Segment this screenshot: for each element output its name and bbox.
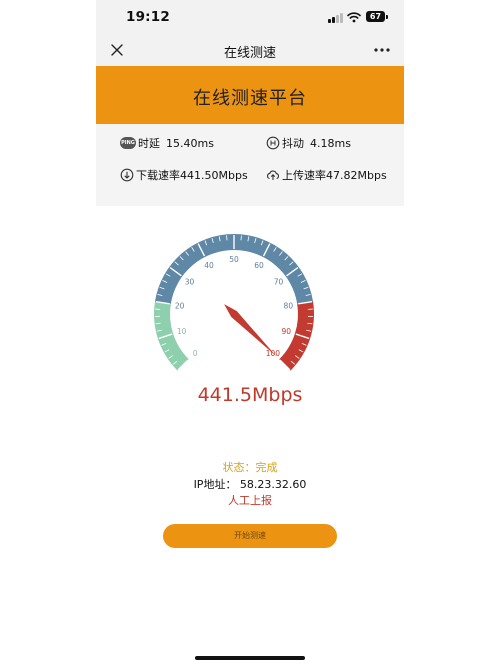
banner: 在线测速平台: [96, 66, 404, 124]
upload-label: 上传速率: [282, 169, 326, 182]
metrics-panel: PING 时延 15.40ms 抖动 4.18ms 下载速率 441.50Mbp…: [96, 124, 404, 206]
home-indicator: [195, 656, 305, 660]
start-test-button[interactable]: 开始测速: [163, 524, 337, 548]
cellular-signal-icon: [328, 12, 344, 23]
jitter-icon: [266, 136, 280, 150]
gauge-needle: [224, 304, 277, 357]
manual-report-link[interactable]: 人工上报: [96, 492, 404, 508]
status-time: 19:12: [126, 9, 170, 25]
ip-address: IP地址： 58.23.32.60: [193, 478, 307, 491]
upload-value: 47.82Mbps: [326, 168, 387, 182]
download-value: 441.50Mbps: [180, 168, 248, 182]
gauge-tick-label: 40: [204, 261, 214, 270]
download-icon: [120, 168, 134, 182]
jitter-label: 抖动: [282, 137, 304, 150]
gauge-tick-label: 30: [185, 278, 195, 287]
phone-screen: 19:12 67 在线测速 在线测速平台 PING 时延 15.40ms 抖动 …: [96, 0, 404, 667]
latency-metric: PING 时延 15.40ms: [120, 134, 214, 152]
speed-readout: 441.5Mbps: [197, 384, 303, 406]
download-label: 下载速率: [136, 169, 180, 182]
ping-icon: PING: [120, 137, 136, 149]
gauge-band-high: [279, 301, 314, 371]
gauge-tick-label: 90: [282, 327, 292, 336]
upload-cloud-icon: [266, 170, 280, 180]
more-options-icon[interactable]: [372, 41, 392, 59]
gauge-tick-label: 0: [193, 349, 198, 358]
latency-value: 15.40ms: [166, 136, 214, 150]
gauge-tick-label: 80: [284, 301, 294, 310]
jitter-metric: 抖动 4.18ms: [266, 134, 351, 152]
speed-gauge: 0102030405060708090100: [154, 233, 314, 371]
gauge-tick-label: 60: [254, 261, 264, 270]
wifi-icon: [347, 12, 361, 23]
banner-title: 在线测速平台: [193, 88, 307, 109]
gauge-tick-label: 10: [177, 327, 187, 336]
test-status: 状态：完成: [222, 461, 278, 474]
download-metric: 下载速率 441.50Mbps: [120, 166, 248, 184]
nav-bar: 在线测速: [96, 34, 404, 66]
upload-metric: 上传速率 47.82Mbps: [266, 166, 387, 184]
gauge-tick-label: 50: [229, 255, 239, 264]
gauge-tick-label: 70: [274, 278, 284, 287]
latency-label: 时延: [138, 137, 160, 150]
battery-icon: 67: [366, 11, 388, 22]
nav-title: 在线测速: [223, 46, 276, 61]
status-bar: 19:12 67: [96, 0, 404, 34]
gauge-band-low: [154, 301, 189, 371]
gauge-tick-label: 20: [175, 301, 185, 310]
jitter-value: 4.18ms: [310, 136, 351, 150]
